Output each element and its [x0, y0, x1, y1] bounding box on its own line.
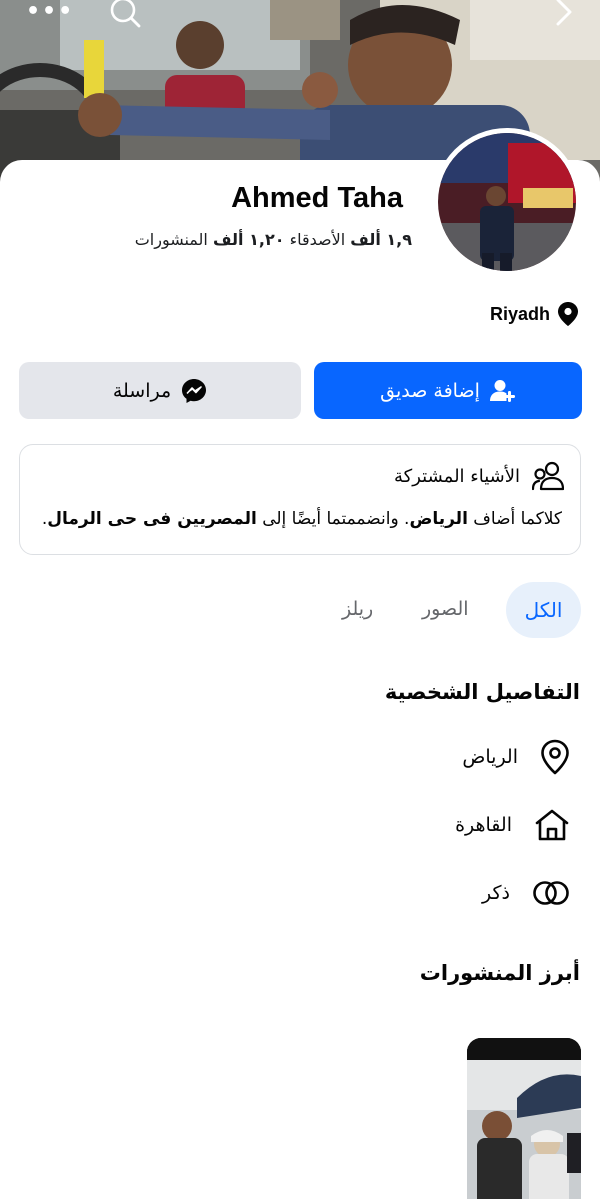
location-pin-icon — [541, 739, 569, 775]
featured-posts-title: أبرز المنشورات — [419, 961, 580, 985]
featured-post-thumbnail[interactable] — [467, 1038, 581, 1199]
detail-row-gender: ذكر — [482, 878, 570, 908]
mutual-people-icon — [532, 461, 564, 491]
detail-row-city: الرياض — [462, 739, 570, 775]
tab-all[interactable]: الكل — [506, 582, 581, 638]
detail-text: الرياض — [462, 746, 518, 768]
add-friend-button[interactable]: إضافة صديق — [314, 362, 582, 419]
back-chevron-icon[interactable] — [552, 0, 576, 28]
home-icon — [535, 809, 569, 841]
profile-name: Ahmed Taha — [231, 182, 403, 214]
mutual-title: الأشياء المشتركة — [394, 465, 520, 487]
friends-label[interactable]: الأصدقاء — [290, 230, 346, 249]
posts-count[interactable]: ١,٢٠ ألف — [213, 230, 285, 249]
messenger-icon — [182, 378, 207, 403]
posts-label[interactable]: المنشورات — [135, 230, 208, 249]
gender-rings-icon — [533, 881, 569, 905]
avatar[interactable] — [438, 133, 576, 271]
message-label: مراسلة — [112, 379, 172, 402]
more-icon[interactable]: ••• — [26, 1, 74, 23]
profile-stats: ١,٩ ألف الأصدقاء ١,٢٠ ألف المنشورات — [135, 230, 412, 249]
location-pin-icon — [558, 302, 578, 326]
mutual-text-mid: . وانضممتما أيضًا إلى — [256, 509, 410, 529]
detail-row-hometown: القاهرة — [455, 808, 570, 842]
location-text: Riyadh — [489, 303, 550, 324]
add-friend-icon — [489, 379, 515, 402]
mutual-text: كلاكما أضاف الرياض. وانضممتما أيضًا إلى … — [42, 509, 562, 529]
mutual-text-prefix: كلاكما أضاف — [467, 509, 562, 529]
mutual-place: الرياض — [409, 509, 468, 529]
mutual-group: المصريين فى حى الرمال — [47, 509, 257, 529]
search-icon[interactable] — [108, 0, 142, 30]
detail-text: القاهرة — [455, 814, 512, 836]
detail-text: ذكر — [482, 882, 510, 904]
add-friend-label: إضافة صديق — [380, 379, 480, 402]
tab-photos[interactable]: الصور — [422, 598, 469, 620]
mutual-card[interactable]: الأشياء المشتركة كلاكما أضاف الرياض. وان… — [19, 444, 581, 555]
personal-details-title: التفاصيل الشخصية — [384, 680, 580, 704]
mutual-header: الأشياء المشتركة — [394, 461, 564, 491]
tab-reels[interactable]: ريلز — [342, 598, 373, 620]
message-button[interactable]: مراسلة — [19, 362, 301, 419]
profile-location: Riyadh — [490, 302, 578, 326]
friends-count[interactable]: ١,٩ ألف — [350, 230, 412, 249]
